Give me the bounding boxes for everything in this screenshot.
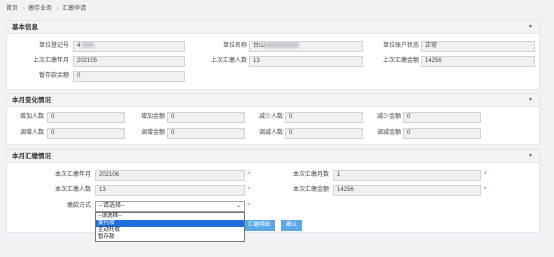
pay-amount-field: 14256 [333,185,481,196]
dropdown-option[interactable]: 暂存款 [96,234,244,241]
breadcrumb-separator: › [23,6,26,12]
add-amount-label: 增加金额 [140,114,165,120]
temp-balance-field: 0 [73,71,185,82]
add-amount-field: 0 [167,112,245,123]
unit-status-label: 单位账户状态 [382,43,419,49]
pay-method-selected: --请选择-- [99,203,125,209]
pay-method-label: 缴款方式 [66,203,91,209]
last-pay-amount-label: 上次汇缴金额 [382,58,419,64]
dropdown-option-selected[interactable]: 委托收 [96,220,244,227]
breadcrumb-separator: › [57,6,60,12]
breadcrumb-home[interactable]: 首页 [6,6,18,12]
payment-detail-button[interactable]: 汇缴明细 [243,220,276,231]
up-count-field: 0 [47,128,125,139]
last-pay-count-label: 上次汇缴人数 [210,58,247,64]
pay-months-field: 1 [333,170,481,181]
required-mark: * [248,203,251,209]
pay-method-select[interactable]: --请选择-- ⌄ [95,201,245,212]
pay-count-label: 本次汇缴人数 [54,187,91,193]
required-mark: * [484,187,487,193]
unit-reg-no-value: 4 [77,43,81,49]
pay-months-label: 本次汇缴月数 [292,172,329,178]
reduce-amount-field: 0 [403,112,481,123]
chevron-down-icon[interactable]: ▼ [528,21,533,34]
breadcrumb-business[interactable]: 缴存业务 [28,6,52,12]
up-amount-field: 0 [167,128,245,139]
chevron-down-icon: ⌄ [235,203,241,209]
chevron-down-icon[interactable]: ▼ [528,94,533,107]
reduce-count-label: 减少人数 [258,114,283,120]
unit-name-value: 台山 [253,43,266,49]
last-pay-month-field: 202105 [73,56,185,67]
breadcrumb: 首页 › 缴存业务 › 汇缴申请 [6,3,88,13]
up-count-label: 调增人数 [19,130,44,136]
down-amount-field: 0 [403,128,481,139]
pay-method-dropdown: --请选择-- 委托收 主动托收 暂存款 [95,212,245,242]
chevron-down-icon[interactable]: ▼ [528,150,533,163]
required-mark: * [484,172,487,178]
pay-amount-label: 本次汇缴金额 [292,187,329,193]
monthly-payment-title: 本月汇缴情况 [12,153,51,160]
up-amount-label: 调增金额 [140,130,165,136]
monthly-change-header[interactable]: 本月变化情况 ▼ [7,94,539,107]
pay-month-label: 本次汇缴年月 [54,172,91,178]
down-count-label: 调减人数 [258,130,283,136]
unit-name-field: 台山 [249,41,363,52]
monthly-payment-header[interactable]: 本月汇缴情况 ▼ [7,150,539,163]
reduce-count-field: 0 [285,112,363,123]
blurred-text [265,42,300,49]
pay-count-field: 13 [95,185,245,196]
unit-status-field: 正常 [421,41,535,52]
basic-info-header[interactable]: 基本信息 ▼ [7,21,539,34]
unit-reg-no-label: 单位登记号 [38,43,69,49]
required-mark: * [248,172,251,178]
basic-info-panel: 基本信息 ▼ 单位登记号 4 单位名称 台山 单位账户状态 正常 上次汇缴年月 … [6,20,540,90]
last-pay-count-field: 13 [249,56,363,67]
blurred-text [82,42,95,49]
temp-balance-label: 暂存款余额 [38,73,69,79]
last-pay-month-label: 上次汇缴年月 [32,58,69,64]
down-amount-label: 调减金额 [376,130,401,136]
last-pay-amount-field: 14256 [421,56,535,67]
add-count-field: 0 [47,112,125,123]
monthly-change-panel: 本月变化情况 ▼ 增加人数 0 增加金额 0 减少人数 0 减少金额 0 调增人… [6,93,540,145]
monthly-change-title: 本月变化情况 [12,97,51,104]
reduce-amount-label: 减少金额 [376,114,401,120]
pay-month-field: 202106 [95,170,245,181]
add-count-label: 增加人数 [19,114,44,120]
required-mark: * [248,187,251,193]
unit-reg-no-field: 4 [73,41,185,52]
dropdown-option[interactable]: 主动托收 [96,227,244,234]
breadcrumb-current: 汇缴申请 [62,6,87,12]
confirm-button[interactable]: 确认 [281,220,303,231]
unit-name-label: 单位名称 [222,43,247,49]
dropdown-option[interactable]: --请选择-- [96,213,244,220]
monthly-payment-panel: 本月汇缴情况 ▼ 本次汇缴年月 202106 * 本次汇缴月数 1 * 本次汇缴… [6,149,540,242]
basic-info-title: 基本信息 [12,24,38,31]
down-count-field: 0 [285,128,363,139]
